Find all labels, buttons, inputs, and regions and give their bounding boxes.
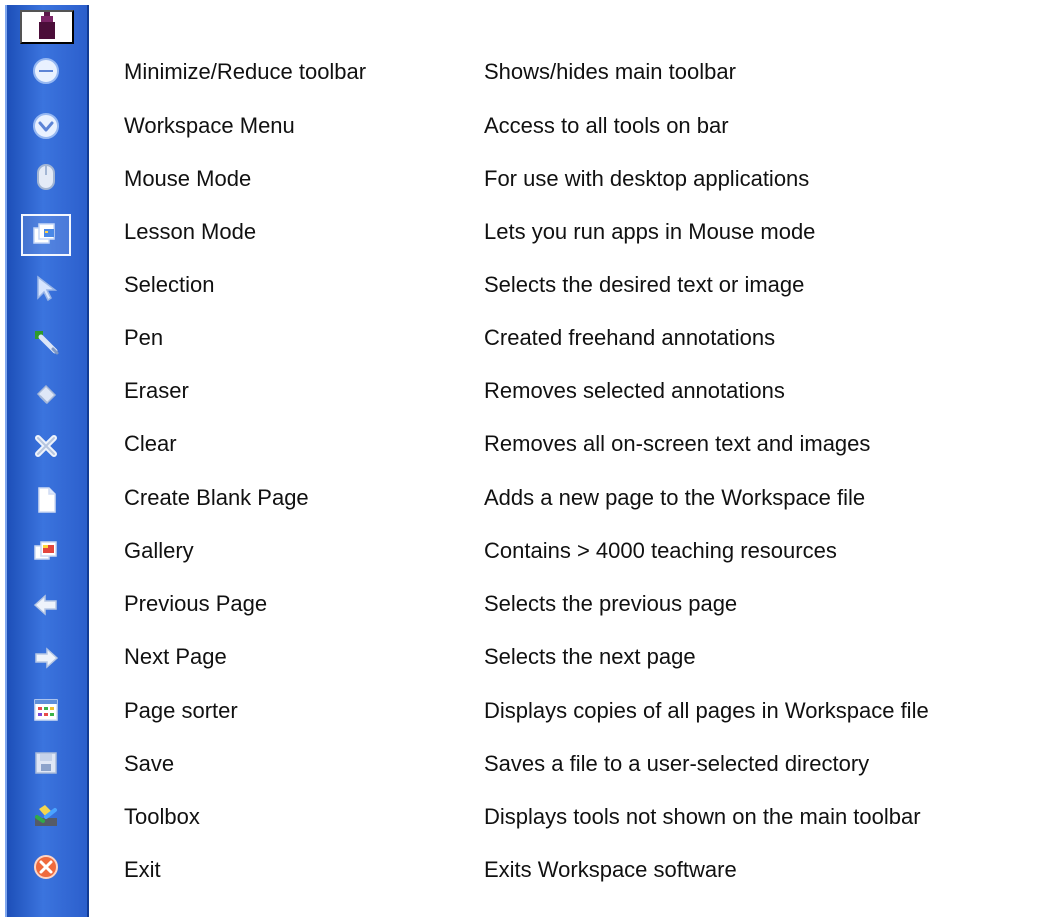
desc-workspace-menu: Access to all tools on bar — [484, 113, 729, 138]
tool-btn-toolbox[interactable] — [21, 795, 71, 837]
tool-btn-pen[interactable] — [21, 321, 71, 363]
tool-btn-previous-page[interactable] — [21, 584, 71, 626]
desc-pen: Created freehand annotations — [484, 325, 776, 350]
desc-page-sorter: Displays copies of all pages in Workspac… — [484, 698, 929, 723]
desc-exit: Exits Workspace software — [484, 857, 737, 882]
clear-icon — [35, 435, 57, 457]
label-create-blank-page: Create Blank Page — [124, 485, 309, 510]
label-exit: Exit — [124, 857, 161, 882]
label-gallery: Gallery — [124, 538, 194, 563]
trash-icon — [39, 12, 55, 39]
tool-btn-mouse-mode[interactable] — [21, 156, 71, 198]
toolbar-top-button[interactable] — [20, 10, 74, 44]
tool-btn-selection[interactable] — [21, 267, 71, 309]
arrow-right-icon — [35, 647, 59, 669]
desc-next-page: Selects the next page — [484, 644, 696, 669]
label-toolbox: Toolbox — [124, 804, 200, 829]
label-next-page: Next Page — [124, 644, 227, 669]
tool-btn-save[interactable] — [21, 742, 71, 784]
desc-mouse-mode: For use with desktop applications — [484, 166, 810, 191]
desc-create-blank-page: Adds a new page to the Workspace file — [484, 485, 866, 510]
eraser-icon — [36, 384, 57, 405]
gallery-icon — [34, 541, 57, 560]
lesson-mode-icon — [33, 223, 55, 244]
label-workspace-menu: Workspace Menu — [124, 113, 295, 138]
desc-clear: Removes all on-screen text and images — [484, 431, 871, 456]
tool-btn-page-sorter[interactable] — [21, 689, 71, 731]
workspace-menu-icon — [33, 113, 59, 139]
tool-btn-blank-page[interactable] — [21, 479, 71, 521]
label-save: Save — [124, 751, 175, 776]
exit-icon — [34, 855, 58, 879]
pen-icon — [35, 331, 59, 355]
label-minimize-reduce-toolbar: Minimize/Reduce toolbar — [124, 59, 367, 84]
tool-btn-next-page[interactable] — [21, 637, 71, 679]
desc-eraser: Removes selected annotations — [484, 378, 785, 403]
desc-previous-page: Selects the previous page — [484, 591, 738, 616]
label-eraser: Eraser — [124, 378, 189, 403]
tool-btn-workspace-menu[interactable] — [21, 105, 71, 147]
arrow-left-icon — [33, 594, 57, 616]
tool-btn-gallery[interactable] — [21, 531, 71, 573]
label-lesson-mode: Lesson Mode — [124, 219, 257, 244]
vertical-toolbar — [5, 5, 89, 917]
label-previous-page: Previous Page — [124, 591, 268, 616]
desc-selection: Selects the desired text or image — [484, 272, 805, 297]
mouse-icon — [37, 164, 55, 190]
page-sorter-icon — [34, 699, 58, 721]
desc-lesson-mode: Lets you run apps in Mouse mode — [484, 219, 816, 244]
desc-gallery: Contains > 4000 teaching resources — [484, 538, 837, 563]
label-clear: Clear — [124, 431, 177, 456]
tool-btn-minimize[interactable] — [21, 50, 71, 92]
desc-minimize-reduce-toolbar: Shows/hides main toolbar — [484, 59, 736, 84]
label-mouse-mode: Mouse Mode — [124, 166, 252, 191]
tool-btn-lesson-mode[interactable] — [21, 214, 71, 256]
tool-btn-clear[interactable] — [21, 425, 71, 467]
desc-save: Saves a file to a user-selected director… — [484, 751, 870, 776]
selection-arrow-icon — [37, 275, 58, 302]
toolbox-icon — [35, 805, 57, 826]
label-selection: Selection — [124, 272, 215, 297]
save-icon — [35, 752, 57, 774]
tool-btn-eraser[interactable] — [21, 373, 71, 415]
desc-toolbox: Displays tools not shown on the main too… — [484, 804, 921, 829]
label-page-sorter: Page sorter — [124, 698, 238, 723]
minimize-icon — [33, 58, 59, 84]
label-pen: Pen — [124, 325, 164, 350]
blank-page-icon — [38, 487, 56, 513]
tool-btn-exit[interactable] — [21, 846, 71, 888]
